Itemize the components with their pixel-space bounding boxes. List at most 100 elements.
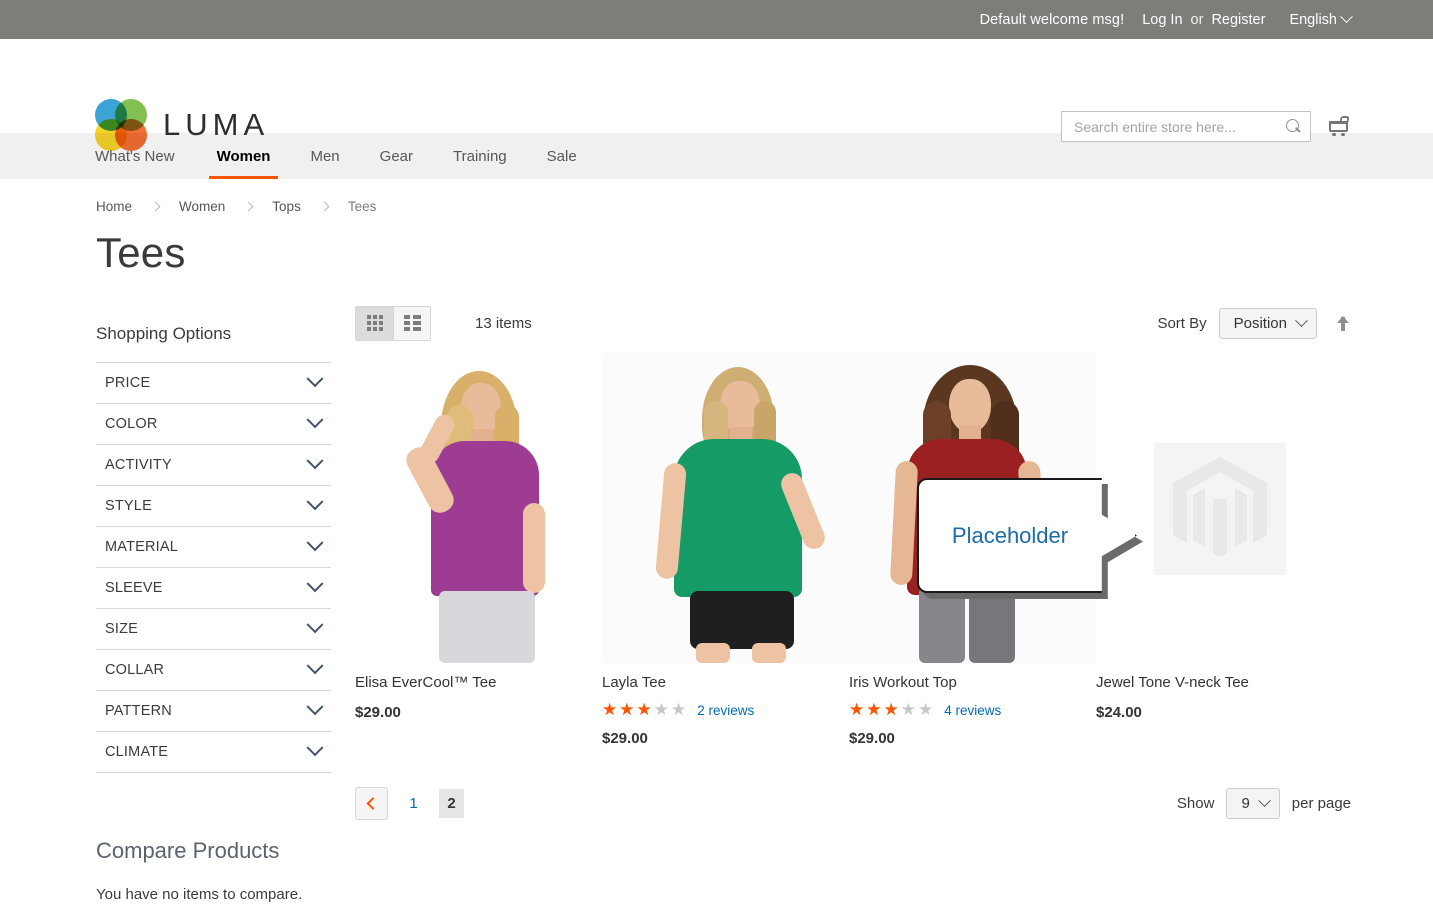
magento-placeholder-image-icon — [1154, 443, 1286, 576]
filter-list: PRICE COLOR ACTIVITY STYLE MATERIAL SLEE… — [96, 362, 331, 774]
welcome-message: Default welcome msg! — [979, 11, 1125, 28]
search-box[interactable] — [1061, 111, 1311, 142]
product-name[interactable]: Layla Tee — [602, 673, 849, 693]
search-input[interactable] — [1072, 117, 1286, 136]
per-page-value: 9 — [1241, 794, 1250, 812]
reviews-link[interactable]: 4 reviews — [944, 703, 1001, 718]
breadcrumb: Home Women Tops Tees — [0, 179, 1433, 214]
nav-item-sale[interactable]: Sale — [527, 133, 597, 179]
chevron-down-icon — [306, 493, 324, 511]
breadcrumb-home[interactable]: Home — [96, 199, 132, 214]
chevron-down-icon — [306, 616, 324, 634]
nav-item-gear[interactable]: Gear — [360, 133, 433, 179]
product-toolbar: 13 items Sort By Position — [355, 301, 1351, 345]
product-list-area: 13 items Sort By Position Elisa EverCool… — [331, 276, 1433, 903]
filter-label: CLIMATE — [105, 744, 169, 761]
nav-item-men[interactable]: Men — [290, 133, 359, 179]
pagination-page-2: 2 — [439, 788, 464, 818]
list-icon — [403, 315, 421, 332]
chevron-down-icon — [306, 698, 324, 716]
stars-full: ★★★★★ — [849, 701, 901, 719]
model-photo-green-tee — [602, 353, 849, 664]
reviews-link[interactable]: 2 reviews — [697, 703, 754, 718]
product-grid: Elisa EverCool™ Tee $29.00 Layla Tee ★★★… — [355, 353, 1351, 747]
product-rating: ★★★★★ ★★★★★ 4 reviews — [849, 701, 1096, 719]
filter-collar[interactable]: COLLAR — [96, 650, 331, 692]
breadcrumb-separator-icon — [150, 201, 161, 212]
nav-item-training[interactable]: Training — [433, 133, 527, 179]
filter-price[interactable]: PRICE — [96, 363, 331, 405]
filter-label: ACTIVITY — [105, 457, 172, 474]
filter-label: PRICE — [105, 375, 151, 392]
filter-label: PATTERN — [105, 703, 172, 720]
main-content: Shopping Options PRICE COLOR ACTIVITY ST… — [0, 276, 1433, 903]
breadcrumb-separator-icon — [319, 201, 330, 212]
filter-activity[interactable]: ACTIVITY — [96, 445, 331, 487]
grid-icon — [366, 315, 383, 332]
filter-pattern[interactable]: PATTERN — [96, 691, 331, 733]
filter-climate[interactable]: CLIMATE — [96, 732, 331, 774]
placeholder-callout: Placeholder — [917, 478, 1143, 599]
filter-label: SLEEVE — [105, 580, 163, 597]
breadcrumb-tops[interactable]: Tops — [272, 199, 301, 214]
product-image[interactable] — [355, 353, 602, 664]
filter-color[interactable]: COLOR — [96, 404, 331, 446]
bottom-toolbar: 1 2 Show 9 per page — [355, 786, 1351, 820]
show-label: Show — [1176, 794, 1215, 812]
product-name[interactable]: Jewel Tone V-neck Tee — [1096, 673, 1343, 693]
product-price: $24.00 — [1096, 703, 1142, 721]
page-root: Default welcome msg! Log In or Register … — [0, 0, 1433, 922]
cart-icon[interactable] — [1327, 115, 1351, 138]
stars-full: ★★★★★ — [602, 701, 654, 719]
per-page-label: per page — [1291, 794, 1351, 812]
sort-by-select[interactable]: Position — [1218, 307, 1317, 339]
product-price: $29.00 — [602, 729, 648, 747]
chevron-down-icon — [306, 575, 324, 593]
pagination-page-1[interactable]: 1 — [401, 789, 426, 818]
chevron-down-icon — [306, 452, 324, 470]
chevron-down-icon — [1340, 10, 1353, 24]
pagination: 1 2 — [355, 786, 464, 820]
sidebar: Shopping Options PRICE COLOR ACTIVITY ST… — [96, 276, 331, 903]
filter-size[interactable]: SIZE — [96, 609, 331, 651]
nav-item-women[interactable]: Women — [197, 133, 291, 179]
limiter: Show 9 per page — [1176, 787, 1351, 819]
login-link[interactable]: Log In — [1142, 12, 1182, 28]
star-rating-icon: ★★★★★ ★★★★★ — [602, 701, 688, 719]
nav-item-whats-new[interactable]: What's New — [95, 133, 197, 179]
view-mode-switcher — [355, 305, 431, 341]
compare-products-title: Compare Products — [96, 838, 280, 864]
grid-view-button[interactable] — [356, 306, 393, 340]
items-count: 13 items — [475, 314, 532, 332]
filter-label: MATERIAL — [105, 539, 179, 556]
sort-direction-ascending-icon[interactable] — [1335, 313, 1351, 333]
callout-label: Placeholder — [951, 522, 1069, 548]
product-price: $29.00 — [355, 703, 401, 721]
search-icon[interactable] — [1286, 118, 1302, 135]
filter-style[interactable]: STYLE — [96, 486, 331, 528]
product-item: Elisa EverCool™ Tee $29.00 — [355, 353, 602, 747]
filter-material[interactable]: MATERIAL — [96, 527, 331, 569]
per-page-select[interactable]: 9 — [1226, 787, 1280, 819]
filter-sleeve[interactable]: SLEEVE — [96, 568, 331, 610]
product-name[interactable]: Elisa EverCool™ Tee — [355, 673, 602, 693]
list-view-button[interactable] — [393, 306, 430, 340]
chevron-down-icon — [306, 411, 324, 429]
header-actions — [1061, 111, 1351, 142]
product-name[interactable]: Iris Workout Top — [849, 673, 1096, 693]
pagination-previous-button[interactable] — [355, 786, 388, 820]
chevron-left-icon — [366, 796, 380, 810]
filter-label: COLLAR — [105, 662, 165, 679]
breadcrumb-women[interactable]: Women — [179, 199, 225, 214]
chevron-down-icon — [1257, 793, 1271, 807]
product-image[interactable] — [602, 353, 849, 664]
chevron-down-icon — [306, 739, 324, 757]
page-title: Tees — [96, 229, 186, 276]
sort-by-value: Position — [1233, 314, 1287, 332]
star-rating-icon: ★★★★★ ★★★★★ — [849, 701, 935, 719]
top-panel: Default welcome msg! Log In or Register … — [0, 0, 1433, 39]
model-photo-purple-tee — [355, 353, 602, 664]
register-link[interactable]: Register — [1211, 12, 1265, 28]
product-item: Layla Tee ★★★★★ ★★★★★ 2 reviews $29.00 — [602, 353, 849, 747]
language-switcher[interactable]: English — [1289, 10, 1353, 28]
